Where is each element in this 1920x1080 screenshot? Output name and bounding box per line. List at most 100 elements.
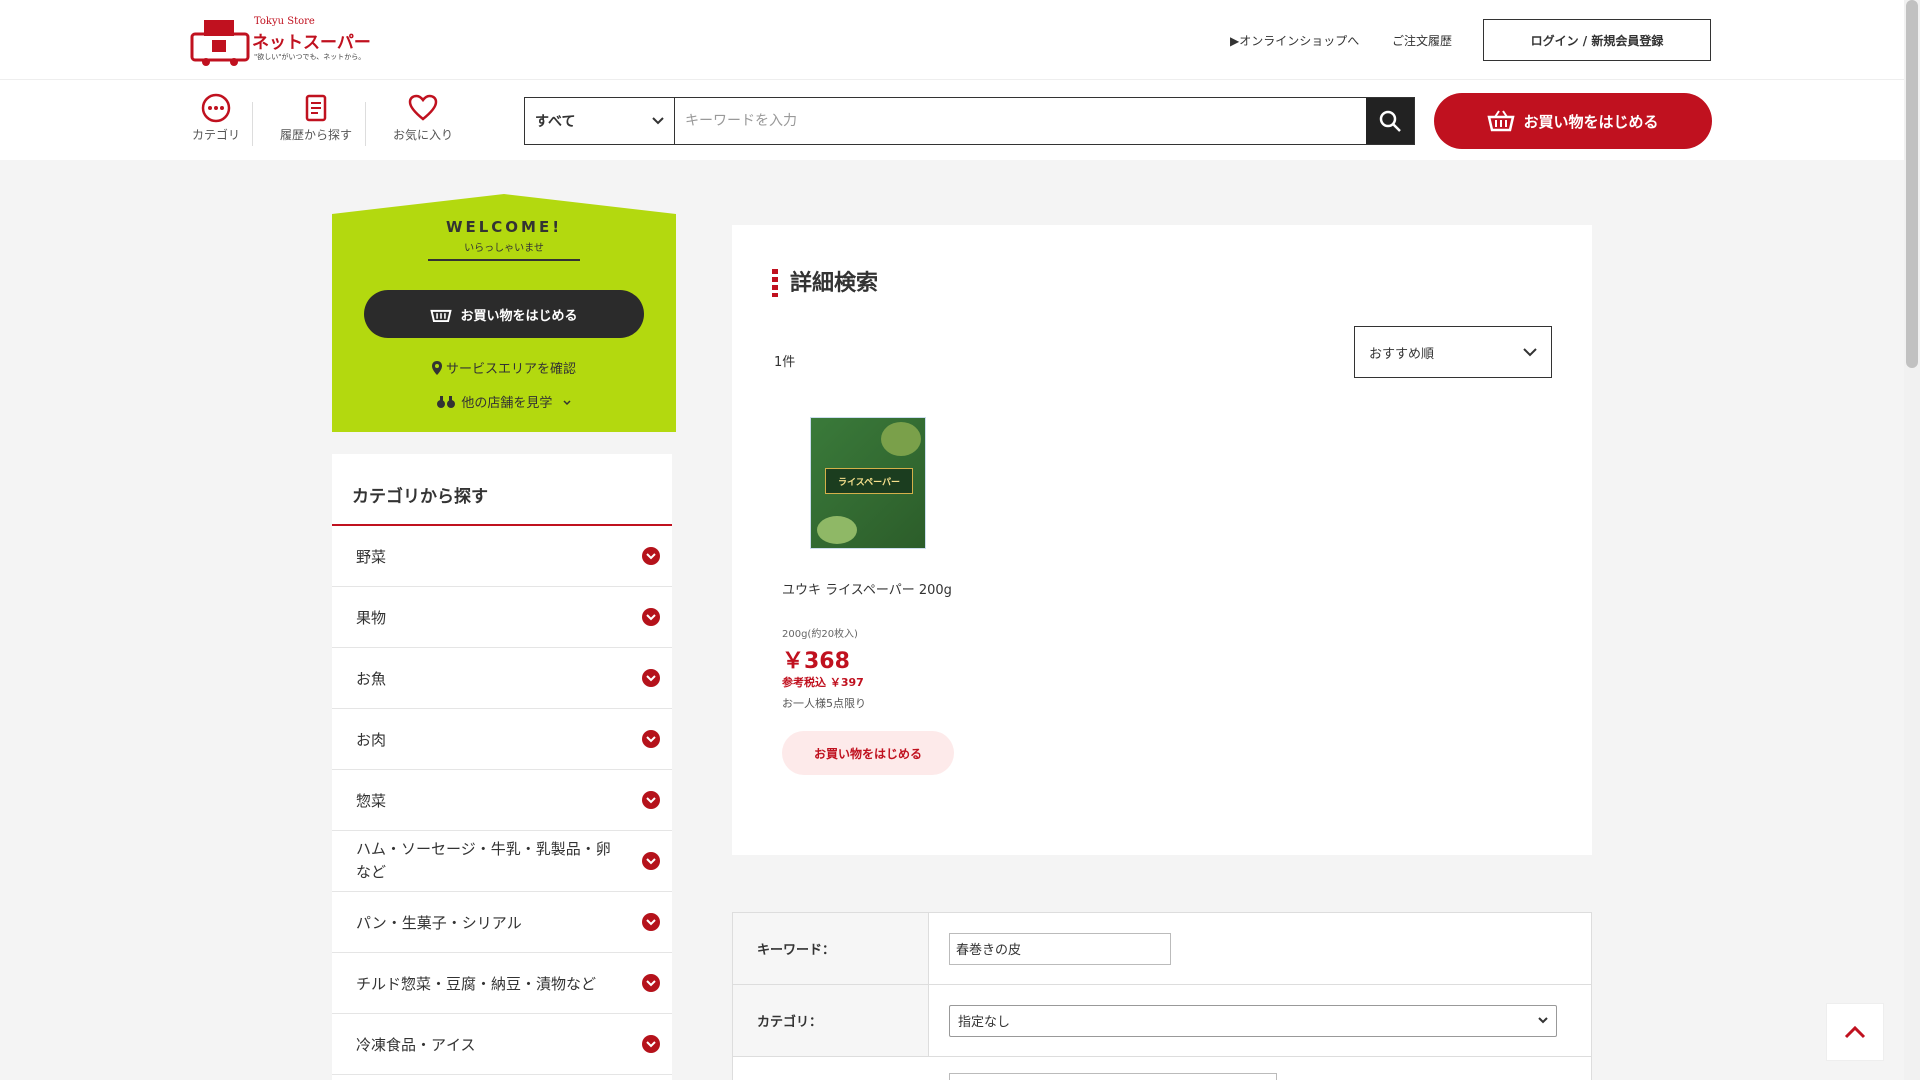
category-label: 野菜 [356,547,387,566]
service-area-link[interactable]: サービスエリアを確認 [332,358,676,377]
category-item-meat[interactable]: お肉 [332,709,672,770]
next-field-input[interactable] [949,1073,1277,1080]
chevron-up-icon [1844,1025,1866,1039]
nav-divider [365,102,366,146]
page-title: 詳細検索 [790,271,879,296]
chevron-down-icon [642,608,660,626]
sort-value: おすすめ順 [1369,346,1435,362]
nav-category-label: カテゴリ [191,128,240,142]
category-item-frozen[interactable]: 冷凍食品・アイス [332,1014,672,1075]
category-label: お肉 [356,730,387,749]
product-image[interactable]: ライスペーパー [810,417,926,549]
product-name-link[interactable]: ユウキ ライスペーパー 200g [782,581,962,601]
search-results-panel: 詳細検索 1件 おすすめ順 ライスペーパー ユウキ ライスペーパー 200g 2… [732,225,1592,855]
search-scope-select[interactable]: すべて [525,98,675,144]
keyword-field-cell [929,913,1591,984]
basket-icon [430,309,453,323]
scroll-to-top-button[interactable] [1826,1003,1884,1061]
welcome-box: WELCOME! いらっしゃいませ お買い物をはじめる サービスエリアを確認 他… [332,194,676,432]
search-input[interactable] [675,98,1366,144]
form-row-category: カテゴリ： 指定なし [733,985,1591,1057]
category-select[interactable]: 指定なし [949,1004,1557,1037]
online-shop-link[interactable]: ▶オンラインショップへ [1230,32,1359,49]
product-price: ￥368 [782,649,850,674]
form-row-keyword: キーワード： [733,913,1591,985]
chevron-down-icon [642,852,660,870]
category-label: パン・生菓子・シリアル [356,913,522,932]
chevron-down-icon [642,913,660,931]
product-limit: お一人様5点限り [782,697,866,710]
category-field-cell: 指定なし [929,985,1591,1056]
category-label: 果物 [356,608,387,627]
nav-history[interactable]: 履歴から探す [276,92,356,143]
keyword-input[interactable] [949,932,1171,965]
welcome-start-button[interactable]: お買い物をはじめる [364,290,644,338]
chevron-down-icon [642,974,660,992]
nav-history-label: 履歴から探す [279,128,352,142]
product-photo-food [817,516,857,544]
product-photo-food [881,422,921,456]
category-item-bread[interactable]: パン・生菓子・シリアル [332,892,672,953]
chevron-down-icon [642,730,660,748]
search-button[interactable] [1366,98,1414,144]
result-count: 1件 [774,355,796,370]
category-label: 惣菜 [356,791,387,810]
search-icon [1379,110,1401,132]
welcome-subtitle: いらっしゃいませ [464,243,544,254]
chevron-down-icon [642,669,660,687]
chevron-down-icon [652,117,664,125]
chevron-down-icon [563,400,571,406]
start-shopping-label: お買い物をはじめる [1523,112,1659,131]
category-label: 冷凍食品・アイス [356,1035,476,1054]
product-package-label: ライスペーパー [825,468,913,494]
nav-favorites-label: お気に入り [392,128,453,142]
welcome-title: WELCOME! [445,218,563,236]
other-store-link[interactable]: 他の店舗を見学 [332,392,676,411]
sort-select[interactable]: おすすめ順 [1354,326,1552,378]
site-logo[interactable]: Tokyu Store ネットスーパー "欲しい"がいつでも、ネットから。 [190,12,371,66]
category-select-value: 指定なし [958,1015,1011,1030]
other-store-label: 他の店舗を見学 [461,396,553,411]
chevron-down-icon [642,791,660,809]
map-pin-icon [431,361,442,375]
product-start-shopping-button[interactable]: お買い物をはじめる [782,731,954,775]
scrollbar-thumb[interactable] [1906,0,1918,368]
chevron-down-icon [1523,347,1537,356]
category-panel: カテゴリから探す 野菜 果物 お魚 お肉 惣菜 ハム・ソーセージ・牛乳・乳製品・… [332,454,672,1080]
category-item-vegetables[interactable]: 野菜 [332,526,672,587]
start-shopping-button[interactable]: お買い物をはじめる [1434,93,1712,149]
category-label: ハム・ソーセージ・牛乳・乳製品・卵など [356,840,611,881]
nav-divider [252,102,253,146]
chevron-down-icon [1538,1017,1548,1024]
nav-category[interactable]: カテゴリ [190,92,242,143]
category-item-fruits[interactable]: 果物 [332,587,672,648]
welcome-start-label: お買い物をはじめる [460,308,578,324]
search-bar: すべて [524,97,1415,145]
category-item-chilled[interactable]: チルド惣菜・豆腐・納豆・漬物など [332,953,672,1014]
chevron-down-icon [642,1035,660,1053]
basket-icon [1487,110,1516,132]
product-tax-price: 参考税込 ￥397 [782,676,864,689]
category-item-dairy[interactable]: ハム・ソーセージ・牛乳・乳製品・卵など [332,831,672,892]
chevron-down-icon [642,547,660,565]
heart-icon [408,94,438,121]
welcome-divider [428,259,580,261]
product-quantity: 200g(約20枚入) [782,629,858,640]
category-heading: カテゴリから探す [332,454,672,526]
category-item-deli[interactable]: 惣菜 [332,770,672,831]
nav-favorites[interactable]: お気に入り [390,92,456,143]
brand-tagline: "欲しい"がいつでも、ネットから。 [254,53,366,61]
binoculars-icon [437,396,456,408]
category-label: お魚 [356,669,387,688]
brand-main: ネットスーパー [252,33,371,53]
category-label: チルド惣菜・豆腐・納豆・漬物など [356,974,597,993]
history-icon [305,94,327,122]
category-label: カテゴリ： [733,985,929,1056]
category-icon [201,93,231,123]
brand-top: Tokyu Store [254,16,315,27]
category-item-fish[interactable]: お魚 [332,648,672,709]
detail-search-form: キーワード： カテゴリ： 指定なし [732,912,1592,1080]
order-history-link[interactable]: ご注文履歴 [1392,32,1452,49]
service-area-label: サービスエリアを確認 [445,362,576,377]
login-button[interactable]: ログイン / 新規会員登録 [1483,19,1711,61]
